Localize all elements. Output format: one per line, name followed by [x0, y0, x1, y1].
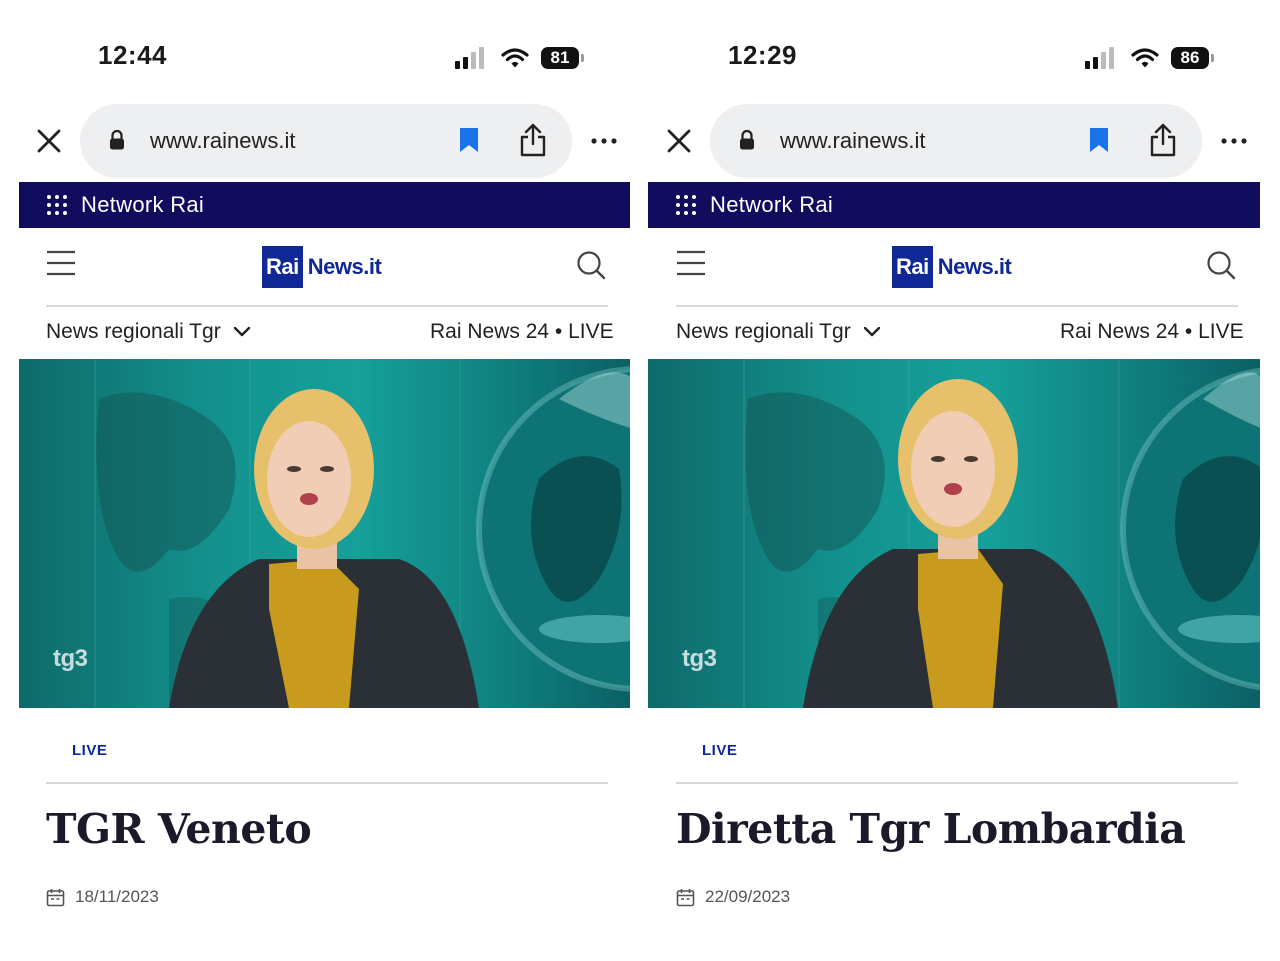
logo-rai: Rai [892, 246, 933, 288]
rainews24-live-link[interactable]: Rai News 24 • LIVE [1060, 320, 1244, 344]
more-icon[interactable] [590, 126, 618, 156]
live-video-player[interactable]: tg3 [648, 359, 1260, 708]
bookmark-icon[interactable] [458, 126, 480, 154]
video-frame-illustration [743, 359, 1260, 708]
network-rai-bar[interactable]: Network Rai [648, 182, 1260, 228]
live-video-player[interactable]: tg3 [19, 359, 630, 708]
regional-news-label: News regionali Tgr [46, 320, 221, 343]
status-time: 12:29 [728, 40, 797, 70]
chevron-down-icon [233, 326, 250, 337]
wifi-icon [501, 48, 529, 68]
search-icon[interactable] [1206, 250, 1236, 280]
close-icon[interactable] [666, 128, 692, 154]
grid-icon [676, 195, 696, 215]
share-icon[interactable] [1148, 122, 1178, 158]
status-icons: 81 [455, 44, 584, 72]
regional-news-dropdown[interactable]: News regionali Tgr [46, 320, 251, 344]
url-text: www.rainews.it [150, 128, 296, 153]
network-label: Network Rai [710, 192, 834, 217]
tg3-watermark: tg3 [682, 645, 717, 672]
lock-icon [740, 129, 754, 150]
article-divider [676, 782, 1238, 784]
grid-icon [47, 195, 67, 215]
rainews-logo[interactable]: Rai News.it [262, 246, 382, 288]
regional-news-dropdown[interactable]: News regionali Tgr [676, 320, 881, 344]
rainews24-live-link[interactable]: Rai News 24 • LIVE [430, 320, 614, 344]
bookmark-icon[interactable] [1088, 126, 1110, 154]
url-text: www.rainews.it [780, 128, 926, 153]
status-time: 12:44 [98, 40, 167, 70]
address-bar[interactable]: www.rainews.it [710, 104, 1202, 178]
live-tag[interactable]: LIVE [72, 742, 107, 759]
date-text: 18/11/2023 [75, 887, 159, 906]
lock-icon [110, 129, 124, 150]
date-text: 22/09/2023 [705, 887, 791, 906]
close-icon[interactable] [36, 128, 62, 154]
article-date: 22/09/2023 [676, 887, 790, 907]
calendar-icon [46, 888, 65, 906]
logo-news: News.it [307, 254, 382, 279]
more-icon[interactable] [1220, 126, 1248, 156]
network-label: Network Rai [81, 192, 205, 217]
status-icons: 86 [1085, 44, 1214, 72]
wifi-icon [1131, 48, 1159, 68]
hamburger-icon[interactable] [46, 250, 76, 276]
signal-icon [1085, 47, 1114, 69]
network-rai-bar[interactable]: Network Rai [19, 182, 630, 228]
logo-news: News.it [937, 254, 1012, 279]
rainews-logo[interactable]: Rai News.it [892, 246, 1012, 288]
live-tag[interactable]: LIVE [702, 742, 737, 759]
calendar-icon [676, 888, 695, 906]
tg3-watermark: tg3 [53, 645, 88, 672]
logo-rai: Rai [262, 246, 303, 288]
header-divider [676, 305, 1238, 307]
signal-icon [455, 47, 484, 69]
regional-news-label: News regionali Tgr [676, 320, 851, 343]
battery-icon: 86 [1171, 47, 1214, 69]
search-icon[interactable] [576, 250, 606, 280]
share-icon[interactable] [518, 122, 548, 158]
article-date: 18/11/2023 [46, 887, 159, 907]
phone-screenshot-right: 12:29 86 www.rainews.it Network Rai Rai … [630, 0, 1260, 961]
battery-icon: 81 [541, 47, 584, 69]
hamburger-icon[interactable] [676, 250, 706, 276]
address-bar[interactable]: www.rainews.it [80, 104, 572, 178]
phone-screenshot-left: 12:44 81 www.rainews.it Network Rai Rai … [0, 0, 630, 961]
article-headline: Diretta Tgr Lombardia [676, 805, 1186, 853]
header-divider [46, 305, 608, 307]
article-headline: TGR Veneto [46, 805, 312, 853]
chevron-down-icon [863, 326, 880, 337]
video-frame-illustration [94, 359, 630, 708]
article-divider [46, 782, 608, 784]
